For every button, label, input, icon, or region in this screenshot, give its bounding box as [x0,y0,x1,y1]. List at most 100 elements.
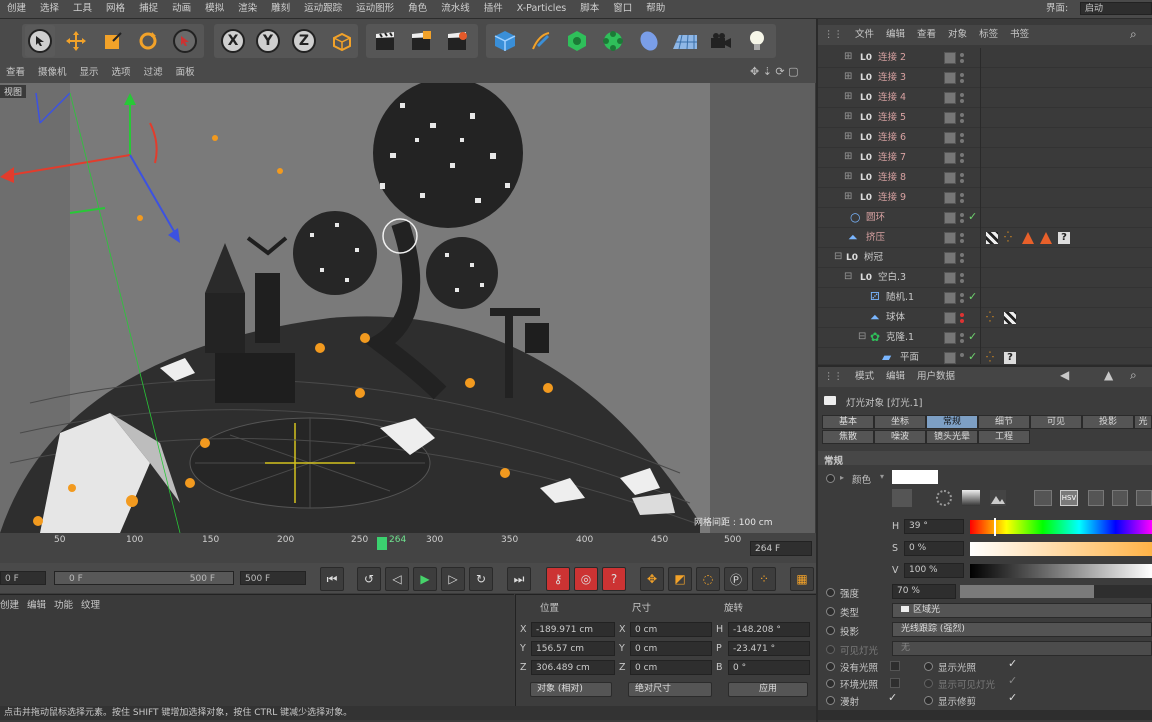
pen-tool-button[interactable] [526,25,556,57]
object-row[interactable]: ⏶ 挤压 ⁛ ? [818,228,1152,248]
color-animate-radio[interactable] [826,474,835,483]
enabled-check-icon[interactable]: ✓ [968,290,977,303]
menu-item[interactable]: 角色 [401,0,434,18]
visibility-dot[interactable] [960,73,964,77]
size-x-field[interactable]: 0 cm [630,622,712,637]
position-x-field[interactable]: -189.971 cm [531,622,615,637]
tab-basic[interactable]: 基本 [822,415,874,429]
menu-item[interactable]: 动画 [165,0,198,18]
object-row[interactable]: ⊞ L0 连接 3 [818,68,1152,88]
viewport-menu-item[interactable]: 摄像机 [38,63,74,83]
render-dot[interactable] [960,59,964,63]
menu-item[interactable]: 插件 [477,0,510,18]
tab-shadow[interactable]: 投影 [1082,415,1134,429]
menu-item[interactable]: X-Particles [510,0,574,18]
render-dot[interactable] [960,119,964,123]
hue-slider[interactable] [970,520,1152,534]
key-rotation-button[interactable]: ◌ [696,567,720,591]
current-frame-field[interactable]: 264 F [750,541,812,556]
dots-tag-icon[interactable]: ⁛ [986,312,998,324]
coordinate-mode-select[interactable]: 对象 (相对) [530,682,612,697]
render-dot[interactable] [960,219,964,223]
position-y-field[interactable]: 156.57 cm [531,641,615,656]
collapse-icon[interactable]: ⊟ [844,271,852,282]
render-dot[interactable] [960,159,964,163]
timeline-window-button[interactable]: ▦ [790,567,814,591]
tab-visibility[interactable]: 可见 [1030,415,1082,429]
menu-item[interactable]: 运动图形 [349,0,401,18]
visibility-dot[interactable] [960,133,964,137]
color-dropdown-icon[interactable]: ▾ [880,472,884,481]
visibility-dot[interactable] [960,333,964,337]
tab-coord[interactable]: 坐标 [874,415,926,429]
show-visible-light-radio[interactable] [924,679,933,688]
object-row[interactable]: ⊞ L0 连接 7 [818,148,1152,168]
subdivision-button[interactable] [562,25,592,57]
layer-icon[interactable] [944,192,956,204]
render-picture-viewer-button[interactable] [406,25,436,57]
scale-tool-button[interactable] [98,25,128,57]
dots-tag-icon[interactable]: ⁛ [1004,232,1016,244]
menu-item[interactable]: 选择 [33,0,66,18]
checker-tag-icon[interactable] [986,232,998,244]
menu-item[interactable]: 渲染 [231,0,264,18]
viewport-menu-item[interactable]: 查看 [6,63,32,83]
layer-icon[interactable] [944,332,956,344]
saturation-slider[interactable] [970,542,1152,556]
timeline-ruler[interactable] [0,533,816,563]
expand-icon[interactable]: ⊞ [844,111,852,122]
spectrum-icon[interactable] [962,490,980,506]
previous-key-button[interactable]: ↺ [357,567,381,591]
object-row[interactable]: ○ 圆环 ✓ [818,208,1152,228]
attr-menu-item[interactable]: 用户数据 [911,367,961,387]
enabled-check-icon[interactable]: ✓ [968,210,977,223]
menu-item[interactable]: 创建 [0,0,33,18]
expand-icon[interactable]: ⊞ [844,71,852,82]
hsv-mode-icon[interactable]: HSV [1060,490,1078,506]
start-frame-field[interactable]: 0 F [0,571,46,585]
3d-viewport[interactable] [0,83,815,533]
menu-item[interactable]: 捕捉 [132,0,165,18]
menu-item[interactable]: 运动跟踪 [297,0,349,18]
intensity-field[interactable]: 70 % [892,584,956,599]
end-frame-field[interactable]: 500 F [240,571,306,585]
om-menu-item[interactable]: 文件 [849,25,880,45]
size-y-field[interactable]: 0 cm [630,641,712,656]
rgb-mode-icon[interactable] [1034,490,1052,506]
dots-tag-icon[interactable]: ⁛ [986,352,998,364]
unknown-tag-icon[interactable]: ? [1004,352,1016,364]
object-row[interactable]: ⊞ L0 连接 9 [818,188,1152,208]
visibility-dot[interactable] [960,113,964,117]
object-row[interactable]: ⊞ L0 连接 2 [818,48,1152,68]
object-row[interactable]: ⊞ L0 连接 5 [818,108,1152,128]
visible-light-radio[interactable] [826,645,835,654]
back-arrow-icon[interactable]: ◀ [1060,368,1069,382]
layer-icon[interactable] [944,172,956,184]
attr-menu-item[interactable]: 编辑 [880,367,911,387]
om-menu-item[interactable]: 对象 [942,25,973,45]
om-menu-item[interactable]: 查看 [911,25,942,45]
next-key-button[interactable]: ↻ [469,567,493,591]
viewport-menu-item[interactable]: 面板 [176,63,202,83]
next-frame-button[interactable]: ▷ [441,567,465,591]
render-dot[interactable] [960,99,964,103]
z-axis-lock-button[interactable]: Z [289,25,319,57]
swatches-mode-icon[interactable] [1136,490,1152,506]
apply-button[interactable]: 应用 [728,682,808,697]
key-parameter-button[interactable]: Ⓟ [724,567,748,591]
object-row[interactable]: ▰ 平面 ✓ ⁛ ? [818,348,1152,365]
layer-icon[interactable] [944,272,956,284]
ambient-radio[interactable] [826,679,835,688]
layer-icon[interactable] [944,312,956,324]
object-row[interactable]: ⊞ L0 连接 8 [818,168,1152,188]
attr-menu-item[interactable]: 模式 [849,367,880,387]
kelvin-mode-icon[interactable] [1088,490,1104,506]
layer-icon[interactable] [944,92,956,104]
visibility-dot[interactable] [960,53,964,57]
triangle-tag-icon[interactable] [1040,232,1052,244]
visible-light-select[interactable]: 无 [892,641,1152,656]
camera-object-button[interactable] [706,25,736,57]
color-swatch[interactable] [892,470,938,484]
search-icon[interactable]: ⌕ [1130,27,1137,42]
attribute-scrollbar[interactable] [818,710,1152,720]
